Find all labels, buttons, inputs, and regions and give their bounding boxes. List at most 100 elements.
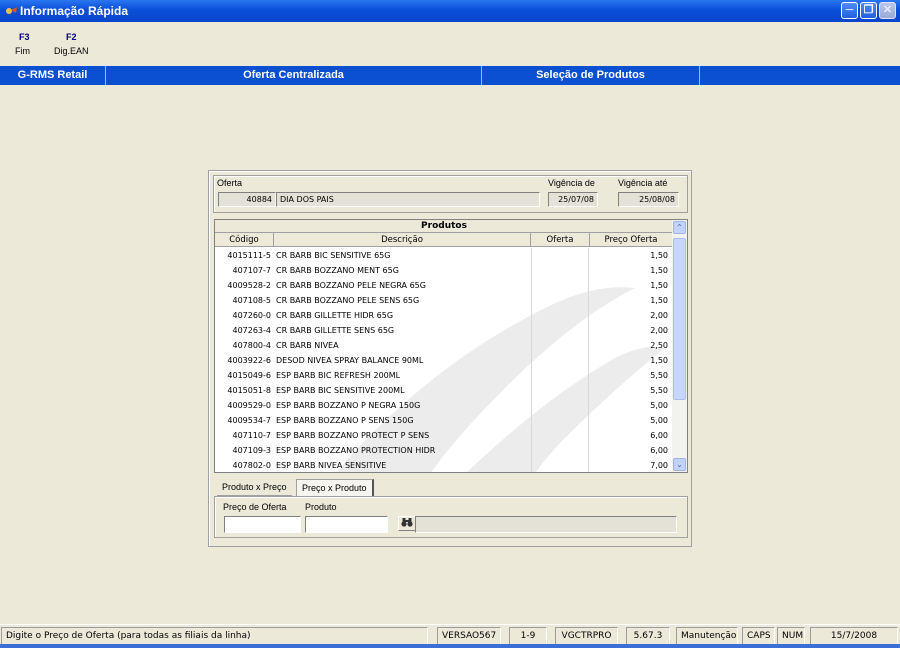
row-code: 407260-0 [232,311,271,320]
fkey-ean-label: Dig.EAN [54,46,89,56]
row-offer [531,278,589,293]
row-description: ESP BARB BOZZANO PROTECTION HIDR [276,446,436,455]
search-button[interactable] [398,516,416,531]
table-row[interactable]: 4009534-7 ESP BARB BOZZANO P SENS 150G 5,0… [215,413,673,428]
fkey-ean[interactable]: F2 Dig.EAN [54,32,89,56]
row-code: 407802-0 [232,461,271,470]
row-code: 4009528-2 [227,281,271,290]
start-date-field: 25/07/08 [548,192,598,207]
row-offer-price: 6,00 [650,431,668,440]
row-code: 407107-7 [232,266,271,275]
table-row[interactable]: 407110-7 ESP BARB BOZZANO PROTECT P SENS 6… [215,428,673,443]
tab-price-by-product[interactable]: Preço x Produto [296,479,374,496]
title-bar: Informação Rápida ─ ❐ ✕ [0,0,900,22]
breadcrumb-app: G-RMS Retail [0,66,106,85]
table-row[interactable]: 4015051-8 ESP BARB BIC SENSITIVE 200ML 5,5… [215,383,673,398]
row-description: ESP BARB BOZZANO PROTECT P SENS [276,431,430,440]
table-row[interactable]: 4003922-6 DESOD NIVEA SPRAY BALANCE 90ML 1… [215,353,673,368]
table-row[interactable]: 407263-4 CR BARB GILLETTE SENS 65G 2,00 [215,323,673,338]
row-offer [531,383,589,398]
fkey-end[interactable]: F3 Fim [15,32,30,56]
window-title: Informação Rápida [20,4,129,18]
row-offer-price: 5,50 [650,386,668,395]
row-offer-price: 1,50 [650,296,668,305]
row-description: DESOD NIVEA SPRAY BALANCE 90ML [276,356,424,365]
row-offer-price: 1,50 [650,356,668,365]
breadcrumb: G-RMS Retail Oferta Centralizada Seleção… [0,66,900,85]
restore-icon: ❐ [863,4,874,16]
status-num: NUM [777,627,805,645]
table-row[interactable]: 4015111-5 CR BARB BIC SENSITIVE 65G 1,50 [215,248,673,263]
row-offer-price: 1,50 [650,281,668,290]
status-message: Digite o Preço de Oferta (para todas as … [1,627,428,645]
end-date-field: 25/08/08 [618,192,679,207]
tab-panel: Preço de Oferta Produto [214,496,688,538]
table-row[interactable]: 4015049-6 ESP BARB BIC REFRESH 200ML 5,50 [215,368,673,383]
row-description: CR BARB GILLETTE HIDR 65G [276,311,394,320]
grid-rows: 4015111-5 CR BARB BIC SENSITIVE 65G 1,50 40… [215,248,673,472]
row-code: 4015051-8 [227,386,271,395]
product-label: Produto [305,502,337,512]
row-code: 407263-4 [232,326,271,335]
row-description: ESP BARB NIVEA SENSITIVE [276,461,387,470]
fkey-end-key: F3 [19,32,30,42]
table-row[interactable]: 407260-0 CR BARB GILLETTE HIDR 65G 2,00 [215,308,673,323]
row-offer [531,353,589,368]
scroll-thumb[interactable] [673,238,686,400]
scroll-down-button[interactable]: ⌄ [673,458,686,471]
offer-label: Oferta [217,178,243,188]
minimize-button[interactable]: ─ [841,2,858,19]
table-row[interactable]: 4009529-0 ESP BARB BOZZANO P NEGRA 150G 5,… [215,398,673,413]
col-header-offer-price[interactable]: Preço Oferta [590,233,673,247]
end-date-label: Vigência até [618,178,668,188]
row-offer-price: 5,00 [650,416,668,425]
row-offer [531,443,589,458]
chevron-down-icon: ⌄ [676,460,683,469]
col-header-offer[interactable]: Oferta [531,233,590,247]
row-code: 407110-7 [232,431,271,440]
binoculars-icon [401,518,413,527]
row-offer-price: 1,50 [650,251,668,260]
row-offer [531,293,589,308]
row-code: 4009534-7 [227,416,271,425]
scroll-up-button[interactable]: ⌃ [673,221,686,234]
row-description: ESP BARB BOZZANO P SENS 150G [276,416,414,425]
products-grid[interactable]: Produtos Código Descrição Oferta Preço O… [214,219,688,473]
offer-price-label: Preço de Oferta [223,502,287,512]
offer-code-field: 40884 [218,192,276,207]
table-row[interactable]: 407802-0 ESP BARB NIVEA SENSITIVE 7,00 [215,458,673,472]
restore-button[interactable]: ❐ [860,2,877,19]
col-header-code[interactable]: Código [215,233,274,247]
row-offer [531,263,589,278]
row-code: 4009529-0 [227,401,271,410]
row-code: 407109-3 [232,446,271,455]
table-row[interactable]: 407109-3 ESP BARB BOZZANO PROTECTION HIDR… [215,443,673,458]
table-row[interactable]: 407800-4 CR BARB NIVEA 2,50 [215,338,673,353]
row-offer-price: 2,50 [650,341,668,350]
row-offer [531,458,589,472]
app-icon [6,7,17,14]
close-button[interactable]: ✕ [879,2,896,19]
row-description: CR BARB BIC SENSITIVE 65G [276,251,391,260]
row-offer [531,398,589,413]
row-offer-price: 5,50 [650,371,668,380]
row-offer-price: 6,00 [650,446,668,455]
chevron-up-icon: ⌃ [676,223,683,232]
breadcrumb-module: Oferta Centralizada [106,66,482,85]
grid-scrollbar[interactable]: ⌃ ⌄ [672,220,687,472]
table-row[interactable]: 4009528-2 CR BARB BOZZANO PELE NEGRA 65G 1… [215,278,673,293]
fkey-ean-key: F2 [66,32,77,42]
row-code: 4015111-5 [227,251,271,260]
row-offer [531,308,589,323]
table-row[interactable]: 407108-5 CR BARB BOZZANO PELE SENS 65G 1,5… [215,293,673,308]
offer-name-field: DIA DOS PAIS [276,192,540,207]
offer-price-input[interactable] [224,516,301,533]
row-code: 407800-4 [232,341,271,350]
product-input[interactable] [305,516,388,533]
col-header-description[interactable]: Descrição [274,233,531,247]
row-description: CR BARB BOZZANO PELE NEGRA 65G [276,281,426,290]
tab-product-by-price[interactable]: Produto x Preço [217,479,292,496]
row-offer [531,413,589,428]
row-code: 407108-5 [232,296,271,305]
table-row[interactable]: 407107-7 CR BARB BOZZANO MENT 65G 1,50 [215,263,673,278]
